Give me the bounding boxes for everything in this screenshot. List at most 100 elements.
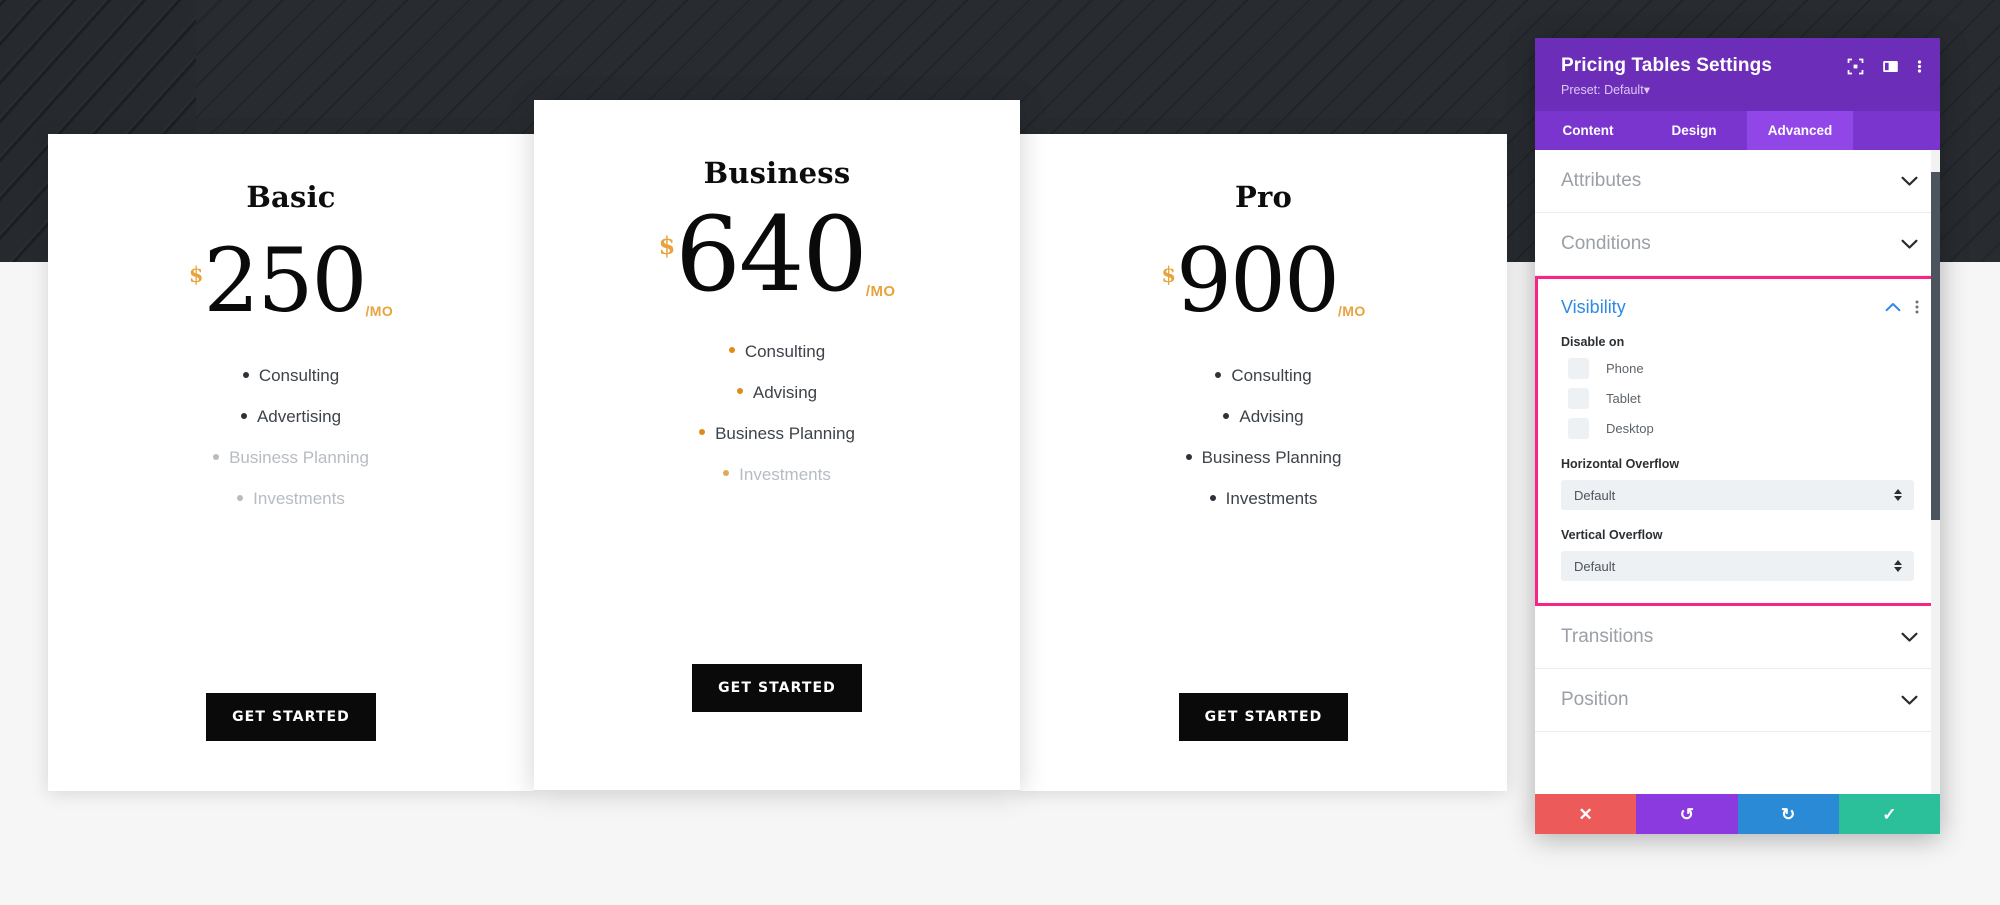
bullet-icon [699,429,706,436]
bullet-icon [240,412,247,419]
pricing-feature-list: Consulting Advising Business Planning In… [534,343,1020,507]
undo-icon: ↺ [1679,804,1694,824]
more-options-icon[interactable] [1915,299,1919,315]
layout-panel-icon[interactable] [1882,58,1899,75]
feature-label: Investments [739,464,831,484]
pricing-card-basic[interactable]: Basic $ 250 /MO Consulting Advertising B… [48,134,534,791]
save-button[interactable]: ✓ [1838,794,1940,834]
feature-label: Business Planning [229,448,369,468]
cancel-button[interactable]: ✕ [1535,794,1637,834]
price-currency-symbol: $ [658,231,676,260]
vertical-overflow-label: Vertical Overflow [1561,528,1663,542]
feature-label: Business Planning [1201,448,1342,468]
list-item: Consulting [48,367,534,384]
bullet-icon [242,371,249,378]
checkbox-box-icon[interactable] [1568,388,1589,409]
chevron-down-icon [1901,176,1918,187]
visibility-header-actions [1885,299,1919,315]
expand-icon[interactable] [1847,58,1864,75]
feature-label: Business Planning [715,423,855,443]
check-icon: ✓ [1882,804,1897,824]
chevron-down-icon [1901,695,1918,706]
price-currency-symbol: $ [1161,262,1176,287]
redo-icon: ↻ [1781,804,1796,824]
chevron-down-icon [1901,239,1918,250]
section-transitions[interactable]: Transitions [1535,606,1940,669]
list-item: Investments [48,490,534,507]
list-item: Investments [534,466,1020,483]
section-label: Attributes [1561,170,1642,191]
scrollbar-thumb[interactable] [1931,172,1940,520]
price-currency-symbol: $ [188,262,204,287]
close-icon: ✕ [1578,804,1593,824]
checkbox-desktop[interactable]: Desktop [1561,418,1914,439]
feature-label: Advising [752,382,818,402]
pricing-card-title: Pro [1234,180,1293,214]
feature-label: Investments [1225,489,1318,509]
modal-footer: ✕ ↺ ↻ ✓ [1535,794,1940,834]
bullet-icon [728,347,735,354]
checkbox-label: Tablet [1606,391,1641,406]
checkbox-phone[interactable]: Phone [1561,358,1914,379]
get-started-button[interactable]: GET STARTED [692,664,862,712]
section-visibility: Visibility Disable on Phone Tablet Deskt… [1535,276,1940,606]
more-options-icon[interactable] [1917,58,1922,75]
disable-on-label: Disable on [1561,335,1625,349]
price-amount: 640 [675,195,868,315]
pricing-card-title: Business [703,156,851,190]
pricing-card-business[interactable]: Business $ 640 /MO Consulting Advising B… [534,100,1020,790]
section-conditions[interactable]: Conditions [1535,213,1940,276]
get-started-button[interactable]: GET STARTED [206,693,376,741]
chevron-updown-icon [1894,560,1902,572]
modal-header-actions [1847,58,1922,75]
pricing-card-price: $ 250 /MO [188,236,393,325]
feature-label: Consulting [1231,366,1312,386]
chevron-updown-icon [1894,489,1902,501]
tab-advanced[interactable]: Advanced [1747,111,1853,150]
section-attributes[interactable]: Attributes [1535,150,1940,213]
section-position[interactable]: Position [1535,669,1940,732]
visibility-header[interactable]: Visibility [1538,279,1937,335]
pricing-tables-module: Basic $ 250 /MO Consulting Advertising B… [48,100,1507,795]
checkbox-label: Phone [1606,361,1644,376]
list-item: Advising [534,384,1020,401]
bullet-icon [237,494,244,501]
chevron-up-icon[interactable] [1885,302,1901,312]
undo-button[interactable]: ↺ [1636,794,1738,834]
select-value: Default [1574,558,1616,574]
vertical-overflow-select[interactable]: Default [1561,551,1914,581]
select-value: Default [1574,487,1616,503]
bullet-icon [213,453,220,460]
pricing-card-price: $ 640 /MO [658,195,896,315]
scrollbar[interactable] [1931,150,1940,794]
redo-button[interactable]: ↻ [1737,794,1839,834]
screen-canvas: Basic $ 250 /MO Consulting Advertising B… [0,0,2000,905]
preset-selector[interactable]: Preset: Default▾ [1561,82,1920,97]
horizontal-overflow-select[interactable]: Default [1561,480,1914,510]
chevron-down-icon: ▾ [1643,83,1650,97]
tab-design[interactable]: Design [1641,111,1747,150]
pricing-card-price: $ 900 /MO [1161,229,1366,332]
bullet-icon [736,388,743,395]
pricing-card-pro[interactable]: Pro $ 900 /MO Consulting Advising Busine… [1020,134,1507,791]
bullet-icon [1223,412,1230,419]
tab-content[interactable]: Content [1535,111,1641,150]
list-item: Consulting [1020,367,1507,384]
visibility-body: Disable on Phone Tablet Desktop Horizont… [1538,335,1937,603]
feature-label: Advising [1239,407,1304,427]
checkbox-box-icon[interactable] [1568,418,1589,439]
modal-tabs: Content Design Advanced [1535,111,1940,150]
chevron-down-icon [1901,632,1918,643]
get-started-button[interactable]: GET STARTED [1178,693,1349,741]
list-item: Consulting [534,343,1020,360]
list-item: Business Planning [534,425,1020,442]
price-amount: 900 [1176,229,1340,332]
price-period: /MO [1337,303,1366,319]
pricing-feature-list: Consulting Advising Business Planning In… [1020,367,1507,531]
pricing-feature-list: Consulting Advertising Business Planning… [48,367,534,531]
checkbox-box-icon[interactable] [1568,358,1589,379]
section-label: Position [1561,689,1629,710]
bullet-icon [1185,453,1192,460]
checkbox-tablet[interactable]: Tablet [1561,388,1914,409]
checkbox-label: Desktop [1606,421,1654,436]
